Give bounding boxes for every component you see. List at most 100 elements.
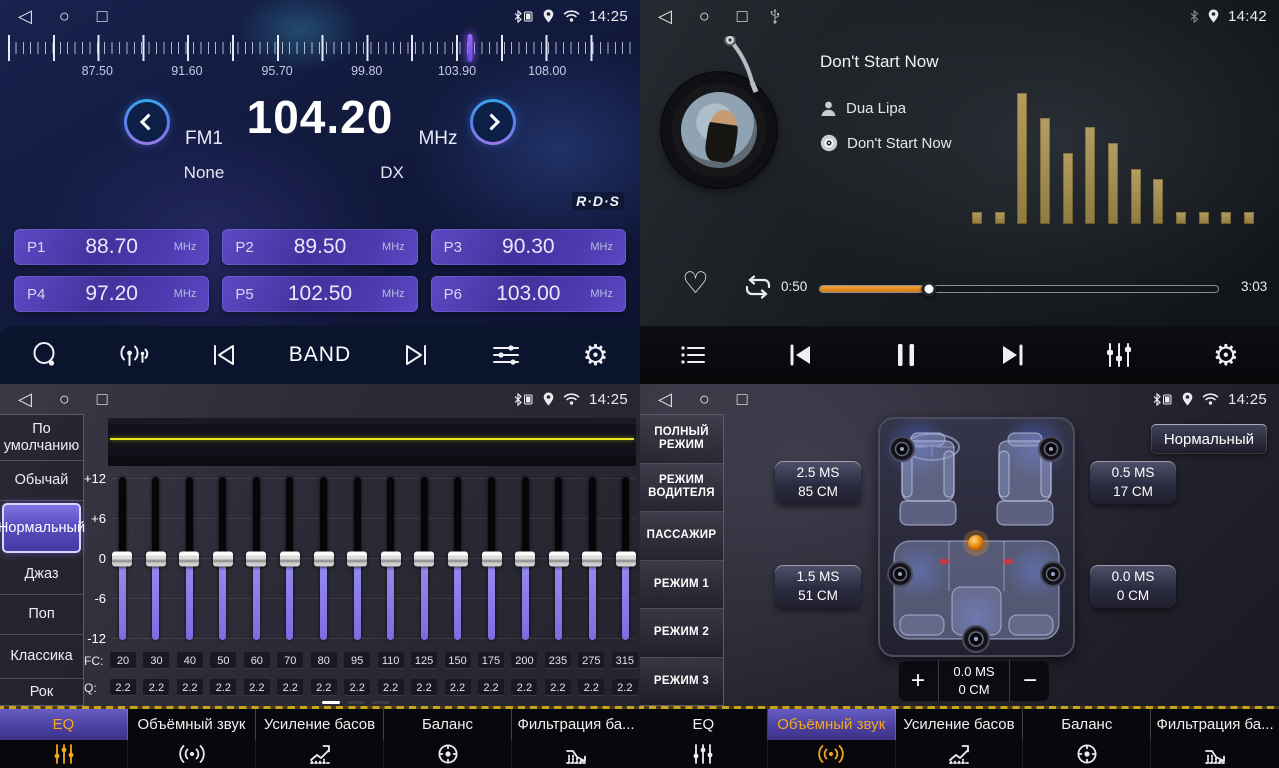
home-button[interactable]: ○ [59,0,70,32]
band-button[interactable]: BAND [289,332,351,378]
speaker-center-rear [963,626,989,652]
tab-balance[interactable]: Баланс [384,709,512,768]
tab-surround[interactable]: Объёмный звук [128,709,256,768]
next-track-button[interactable] [990,332,1036,378]
favorite-button[interactable]: ♡ [682,266,709,301]
recents-button[interactable]: □ [737,0,748,32]
delay-increase-button[interactable]: + [898,660,938,702]
repeat-button[interactable] [742,274,774,305]
tab-balance[interactable]: Баланс [1023,709,1151,768]
progress-knob[interactable] [922,282,937,297]
eq-slider[interactable] [513,477,537,640]
mode-3[interactable]: РЕЖИМ 3 [640,658,723,706]
eq-slider[interactable] [345,477,369,640]
broadcast-antenna-button[interactable] [111,332,157,378]
home-button[interactable]: ○ [699,384,710,415]
tune-down-button[interactable] [124,99,170,145]
frequency-pointer[interactable] [467,34,472,62]
mode-driver[interactable]: РЕЖИМ ВОДИТЕЛЯ [640,464,723,513]
mode-2[interactable]: РЕЖИМ 2 [640,609,723,658]
playlist-button[interactable] [670,332,716,378]
back-button[interactable]: ◁ [18,0,32,32]
eq-preset-classic[interactable]: Классика [0,635,83,679]
previous-track-button[interactable] [777,332,823,378]
preset-number: P4 [27,286,57,303]
eq-preset-jazz[interactable]: Джаз [0,555,83,595]
tab-surround[interactable]: Объёмный звук [768,709,896,768]
settings-gear-button[interactable]: ⚙ [572,332,618,378]
settings-gear-button[interactable]: ⚙ [1203,332,1249,378]
eq-slider[interactable] [211,477,235,640]
eq-preset-custom[interactable]: Обычай [0,461,83,501]
tab-filter[interactable]: Фильтрация ба... [1151,709,1279,768]
home-button[interactable]: ○ [59,384,70,415]
spectrum-bar [1131,169,1141,224]
delay-front-left-button[interactable]: 2.5 MS 85 CM [775,461,861,504]
stage-profile-button[interactable]: Нормальный [1151,424,1267,454]
tab-bass-boost[interactable]: Усиление басов [256,709,384,768]
mode-full[interactable]: ПОЛНЫЙ РЕЖИМ [640,415,723,464]
delay-rear-left-button[interactable]: 1.5 MS 51 CM [775,565,861,608]
eq-slider[interactable] [110,477,134,640]
tab-filter[interactable]: Фильтрация ба... [512,709,640,768]
mode-passenger[interactable]: ПАССАЖИР [640,512,723,561]
recents-button[interactable]: □ [97,384,108,415]
mode-1[interactable]: РЕЖИМ 1 [640,561,723,610]
pause-button[interactable] [883,332,929,378]
tab-eq[interactable]: EQ [640,709,768,768]
bluetooth-battery-icon [513,393,534,406]
equalizer-button[interactable] [1096,332,1142,378]
eq-slider[interactable] [480,477,504,640]
eq-slider[interactable] [412,477,436,640]
delay-front-right-button[interactable]: 0.5 MS 17 CM [1090,461,1176,504]
preset-button-p2[interactable]: P289.50MHz [222,229,417,265]
eq-slider[interactable] [446,477,470,640]
eq-slider[interactable] [312,477,336,640]
frequency-ruler[interactable] [0,34,640,62]
tune-up-button[interactable] [470,99,516,145]
tab-bass-boost[interactable]: Усиление басов [896,709,1024,768]
back-button[interactable]: ◁ [658,384,672,415]
scale-label: 103.90 [438,64,476,78]
eq-preset-default[interactable]: По умолчанию [0,415,83,461]
eq-preset-pop[interactable]: Поп [0,595,83,635]
album-art-vinyl[interactable]: ℓ [662,73,776,187]
eq-preset-normal[interactable]: Нормальный [2,503,81,553]
scan-button[interactable] [22,332,68,378]
eq-slider[interactable] [580,477,604,640]
eq-slider[interactable] [177,477,201,640]
preset-unit: MHz [375,241,405,253]
recents-button[interactable]: □ [97,0,108,32]
scale-label: 99.80 [351,64,382,78]
next-station-button[interactable] [394,332,440,378]
audio-settings-button[interactable] [483,332,529,378]
recents-button[interactable]: □ [737,384,748,415]
delay-rear-right-button[interactable]: 0.0 MS 0 CM [1090,565,1176,608]
eq-slider[interactable] [244,477,268,640]
back-button[interactable]: ◁ [658,0,672,32]
preset-button-p3[interactable]: P390.30MHz [431,229,626,265]
eq-slider[interactable] [278,477,302,640]
preset-button-p5[interactable]: P5102.50MHz [222,276,417,312]
preset-button-p6[interactable]: P6103.00MHz [431,276,626,312]
delay-decrease-button[interactable]: − [1010,660,1050,702]
eq-slider[interactable] [379,477,403,640]
eq-preset-rock[interactable]: Рок [0,679,83,705]
eq-slider[interactable] [614,477,638,640]
progress-bar[interactable] [820,286,1218,292]
back-button[interactable]: ◁ [18,384,32,415]
home-button[interactable]: ○ [699,0,710,32]
eq-slider[interactable] [144,477,168,640]
preset-button-p1[interactable]: P188.70MHz [14,229,209,265]
ruler-major-ticks [8,35,632,61]
eq-slider[interactable] [547,477,571,640]
eq-curve-line [110,438,634,440]
spectrum-bar [1017,93,1027,224]
eq-sliders-icon [0,740,128,768]
listening-position-marker [968,535,984,551]
eq-band-scrollbar[interactable] [322,701,390,704]
tab-eq[interactable]: EQ [0,709,128,768]
previous-station-button[interactable] [200,332,246,378]
preset-unit: MHz [375,288,405,300]
preset-button-p4[interactable]: P497.20MHz [14,276,209,312]
